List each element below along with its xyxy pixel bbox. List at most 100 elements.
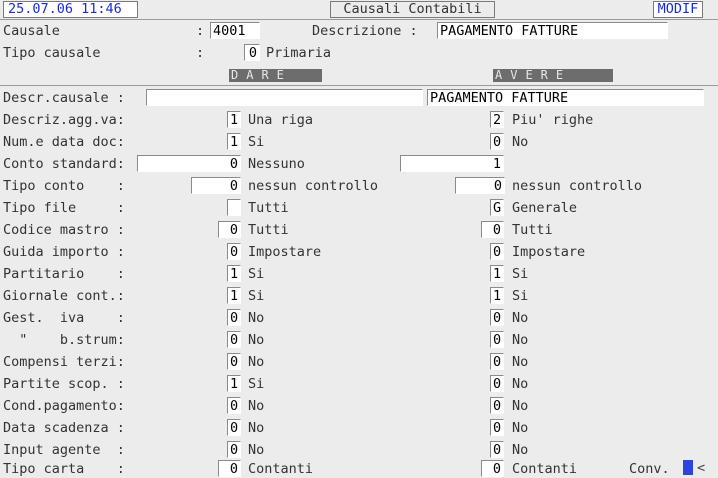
avere-value-input[interactable]: 0 xyxy=(490,441,504,458)
dare-value-input[interactable]: 1 xyxy=(227,375,241,392)
row-label: Tipo conto : xyxy=(3,178,125,194)
avere-value-text: Impostare xyxy=(512,244,586,260)
dare-value-text: Tutti xyxy=(248,200,289,216)
dare-value-input[interactable]: 0 xyxy=(227,441,241,458)
mode-indicator: MODIF xyxy=(653,1,703,18)
dare-value-input[interactable]: 0 xyxy=(227,353,241,370)
avere-value-input[interactable]: 0 xyxy=(490,419,504,436)
avere-value-input[interactable]: 0 xyxy=(490,375,504,392)
dare-value-input[interactable] xyxy=(227,199,241,216)
datetime-display: 25.07.06 11:46 xyxy=(3,1,138,18)
dare-value-text: Contanti xyxy=(248,461,314,477)
tipo-causale-label: Tipo causale xyxy=(3,45,101,61)
descrizione-input[interactable]: PAGAMENTO FATTURE xyxy=(437,22,668,39)
avere-value-input[interactable]: 1 xyxy=(490,265,504,282)
avere-value-text: Si xyxy=(512,288,529,304)
dare-value-input[interactable]: 1 xyxy=(227,265,241,282)
avere-descr-input[interactable]: PAGAMENTO FATTURE xyxy=(427,89,704,106)
conv-indicator[interactable] xyxy=(683,460,693,475)
row-label: Input agente : xyxy=(3,442,125,458)
avere-value-text: No xyxy=(512,420,529,436)
dare-descr-input[interactable] xyxy=(146,89,423,106)
avere-tipo-carta-input[interactable]: 0 xyxy=(481,460,504,477)
avere-value-text: No xyxy=(512,134,529,150)
avere-value-input[interactable]: 0 xyxy=(490,397,504,414)
row-label: Tipo carta : xyxy=(3,461,125,477)
avere-value-input[interactable]: 0 xyxy=(481,221,504,238)
dare-value-text: No xyxy=(248,310,265,326)
row-label: Descriz.agg.va: xyxy=(3,112,125,128)
avere-value-text: No xyxy=(512,332,529,348)
dare-value-text: No xyxy=(248,442,265,458)
dare-value-input[interactable]: 1 xyxy=(227,111,241,128)
section-divider xyxy=(0,85,718,86)
conv-label: Conv. xyxy=(629,461,670,477)
avere-value-text: Si xyxy=(512,266,529,282)
dare-value-text: Tutti xyxy=(248,222,289,238)
dare-value-text: No xyxy=(248,354,265,370)
avere-value-input[interactable]: G xyxy=(490,199,504,216)
row-label: Partite scop. : xyxy=(3,376,125,392)
dare-value-text: Impostare xyxy=(248,244,322,260)
row-label: Tipo file : xyxy=(3,200,125,216)
tipo-causale-text: Primaria xyxy=(266,45,332,61)
causale-input[interactable]: 4001 xyxy=(210,22,260,39)
row-label: Data scadenza : xyxy=(3,420,125,436)
avere-value-text: No xyxy=(512,310,529,326)
row-label: Num.e data doc: xyxy=(3,134,125,150)
dare-value-text: Si xyxy=(248,134,265,150)
descrizione-label: Descrizione : xyxy=(312,23,418,39)
row-label: " b.strum: xyxy=(3,332,125,348)
dare-tipo-carta-input[interactable]: 0 xyxy=(218,460,241,477)
dare-value-input[interactable]: 0 xyxy=(227,331,241,348)
row-label: Compensi terzi: xyxy=(3,354,125,370)
row-label: Guida importo : xyxy=(3,244,125,260)
dare-value-input[interactable]: 0 xyxy=(218,221,241,238)
avere-value-input[interactable]: 0 xyxy=(490,331,504,348)
window-title: Causali Contabili xyxy=(330,1,495,18)
row-label: Codice mastro : xyxy=(3,222,125,238)
dare-conto-input[interactable]: 0 xyxy=(137,155,241,172)
causale-label: Causale xyxy=(3,23,60,39)
causale-colon: : xyxy=(196,23,205,39)
dare-value-text: No xyxy=(248,398,265,414)
row-label: Partitario : xyxy=(3,266,125,282)
avere-value-text: Generale xyxy=(512,200,578,216)
row-label: Descr.causale : xyxy=(3,90,125,106)
tipo-causale-colon: : xyxy=(196,45,205,61)
avere-value-input[interactable]: 0 xyxy=(490,353,504,370)
dare-value-input[interactable]: 0 xyxy=(227,419,241,436)
avere-header: AVERE xyxy=(493,69,613,82)
dare-value-input[interactable]: 0 xyxy=(227,309,241,326)
dare-value-input[interactable]: 0 xyxy=(227,243,241,260)
dare-tipo-conto-input[interactable]: 0 xyxy=(191,177,241,194)
dare-value-text: Si xyxy=(248,376,265,392)
row-label: Cond.pagamento: xyxy=(3,398,125,414)
dare-header: DARE xyxy=(229,69,322,82)
avere-value-input[interactable]: 0 xyxy=(490,309,504,326)
title-bar: 25.07.06 11:46 Causali Contabili MODIF xyxy=(0,0,718,20)
row-label: Giornale cont.: xyxy=(3,288,125,304)
avere-value-input[interactable]: 1 xyxy=(490,287,504,304)
dare-value-text: Si xyxy=(248,266,265,282)
avere-value-input[interactable]: 0 xyxy=(490,133,504,150)
row-label: Conto standard: xyxy=(3,156,125,172)
avere-conto-input[interactable]: 1 xyxy=(400,155,504,172)
dare-value-input[interactable]: 1 xyxy=(227,287,241,304)
avere-value-text: Tutti xyxy=(512,222,553,238)
avere-value-text: nessun controllo xyxy=(512,178,643,194)
dare-value-text: Una riga xyxy=(248,112,314,128)
row-label: Gest. iva : xyxy=(3,310,125,326)
avere-value-text: Contanti xyxy=(512,461,578,477)
avere-tipo-conto-input[interactable]: 0 xyxy=(455,177,505,194)
dare-value-input[interactable]: 1 xyxy=(227,133,241,150)
dare-value-text: Si xyxy=(248,288,265,304)
avere-value-input[interactable]: 0 xyxy=(490,243,504,260)
scroll-left-arrow-icon[interactable]: < xyxy=(697,459,705,477)
dare-value-text: No xyxy=(248,332,265,348)
avere-value-input[interactable]: 2 xyxy=(490,111,504,128)
tipo-causale-input[interactable]: 0 xyxy=(244,44,260,61)
avere-value-text: No xyxy=(512,398,529,414)
avere-value-text: No xyxy=(512,376,529,392)
dare-value-input[interactable]: 0 xyxy=(227,397,241,414)
